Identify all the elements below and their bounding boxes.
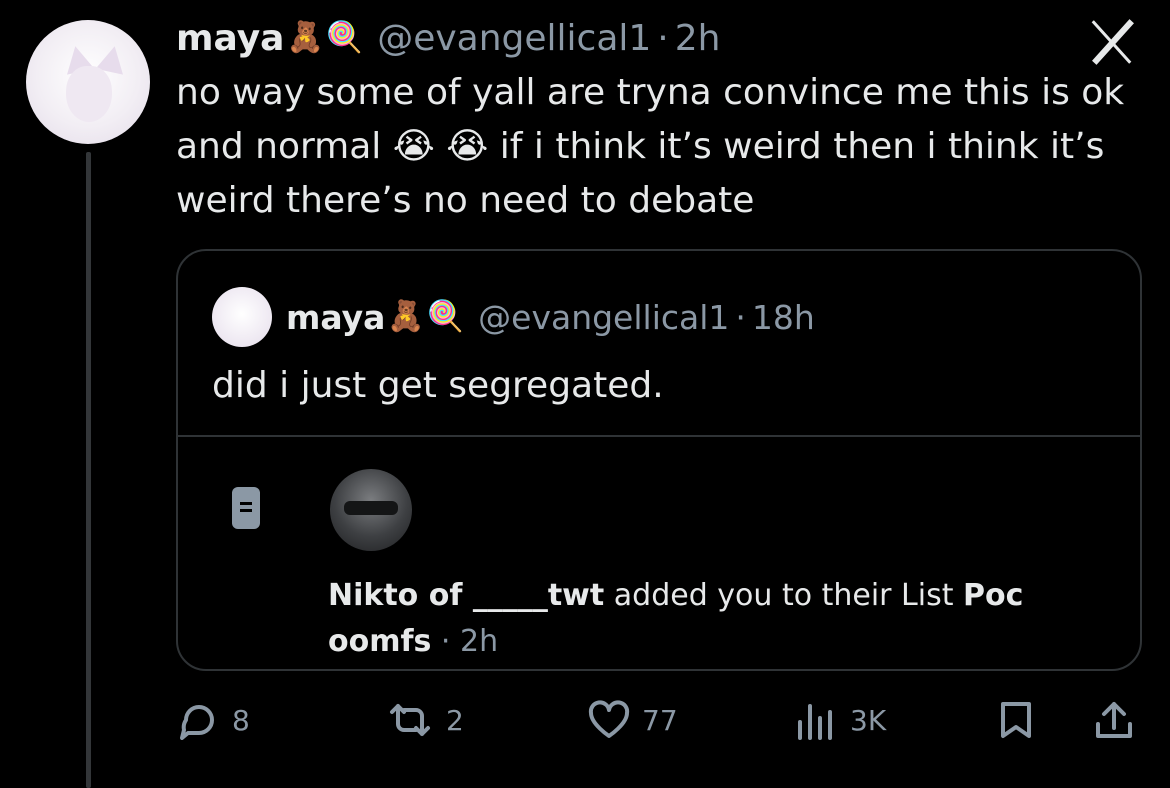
quoted-timestamp[interactable]: 18h: [752, 298, 815, 337]
quoted-text: did i just get segregated.: [212, 365, 664, 406]
separator: ·: [735, 297, 746, 337]
tweet-header: maya 🧸 🍭 @evangellical1 · 2h: [176, 16, 720, 60]
quoted-handle[interactable]: @evangellical1: [478, 298, 729, 337]
notification-text: Nikto of _____twt added you to their Lis…: [328, 573, 1108, 665]
bookmark-button[interactable]: [996, 700, 1036, 740]
views-icon: [798, 704, 832, 740]
thread-line: [86, 152, 91, 788]
quoted-author-name[interactable]: maya: [286, 298, 385, 337]
views-button[interactable]: 3K: [794, 700, 886, 740]
bookmark-icon: [1001, 702, 1031, 738]
tweet-text: no way some of yall are tryna convince m…: [176, 72, 1125, 221]
quoted-header: maya 🧸 🍭 @evangellical1 · 18h: [286, 293, 815, 341]
like-button[interactable]: 77: [586, 700, 678, 740]
separator: ·: [657, 17, 669, 59]
notification-avatar[interactable]: [330, 469, 412, 551]
reply-count: 8: [232, 703, 250, 737]
x-logo-icon: [1086, 18, 1140, 66]
author-name[interactable]: maya: [176, 18, 284, 59]
notification-message: added you to their List: [604, 578, 964, 613]
notification-time: 2h: [460, 624, 499, 659]
avatar[interactable]: [26, 20, 150, 144]
like-count: 77: [642, 703, 678, 737]
timestamp[interactable]: 2h: [675, 18, 721, 59]
divider: [178, 435, 1140, 437]
lollipop-emoji: 🍭: [426, 299, 465, 334]
like-icon: [588, 700, 630, 738]
teddy-bear-emoji: 🧸: [387, 299, 425, 334]
list-icon: [232, 487, 260, 529]
lollipop-emoji: 🍭: [325, 20, 364, 55]
reply-button[interactable]: 8: [176, 700, 250, 740]
repost-button[interactable]: 2: [384, 700, 464, 740]
reply-icon: [180, 705, 214, 740]
repost-icon: [390, 704, 430, 736]
quoted-tweet[interactable]: maya 🧸 🍭 @evangellical1 · 18h did i just…: [176, 249, 1142, 671]
author-handle[interactable]: @evangellical1: [377, 18, 651, 59]
action-bar: 8 2 77 3K: [0, 700, 1170, 744]
notification-actor[interactable]: Nikto of _____twt: [328, 578, 604, 613]
quoted-avatar[interactable]: [212, 287, 272, 347]
teddy-bear-emoji: 🧸: [286, 20, 324, 55]
share-button[interactable]: [1092, 700, 1136, 740]
repost-count: 2: [446, 703, 464, 737]
views-count: 3K: [850, 703, 887, 737]
separator: ·: [431, 624, 460, 659]
share-icon: [1096, 702, 1132, 738]
